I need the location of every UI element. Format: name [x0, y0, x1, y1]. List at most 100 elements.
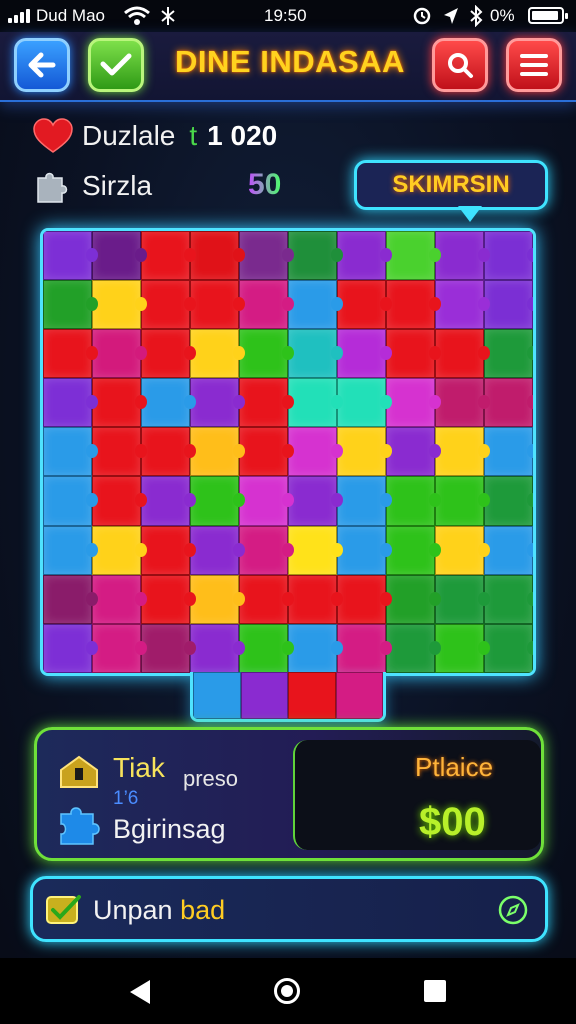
menu-button[interactable] [506, 38, 562, 92]
puzzle-piece[interactable] [239, 231, 294, 281]
puzzle-piece[interactable] [435, 329, 490, 379]
puzzle-piece[interactable] [190, 623, 245, 673]
puzzle-piece[interactable] [141, 329, 196, 379]
skin-button[interactable]: SKIMRSIN [354, 160, 548, 210]
puzzle-piece[interactable] [288, 623, 343, 673]
puzzle-piece[interactable] [386, 525, 441, 575]
puzzle-piece[interactable] [43, 525, 98, 575]
puzzle-piece[interactable] [337, 623, 392, 673]
puzzle-piece[interactable] [386, 280, 441, 330]
compass-icon[interactable] [497, 894, 529, 926]
puzzle-piece[interactable] [386, 476, 441, 526]
puzzle-piece[interactable] [193, 672, 241, 719]
puzzle-piece[interactable] [484, 427, 533, 477]
back-button[interactable] [14, 38, 70, 92]
puzzle-piece[interactable] [435, 427, 490, 477]
puzzle-piece[interactable] [435, 378, 490, 428]
puzzle-piece[interactable] [337, 280, 392, 330]
puzzle-piece[interactable] [288, 231, 343, 281]
puzzle-piece[interactable] [141, 427, 196, 477]
puzzle-piece[interactable] [43, 476, 98, 526]
puzzle-piece[interactable] [288, 672, 336, 719]
puzzle-grid[interactable] [43, 231, 533, 673]
puzzle-piece[interactable] [190, 476, 245, 526]
puzzle-piece[interactable] [337, 427, 392, 477]
puzzle-piece[interactable] [288, 280, 343, 330]
puzzle-piece[interactable] [92, 427, 147, 477]
puzzle-piece[interactable] [141, 378, 196, 428]
puzzle-piece[interactable] [190, 231, 245, 281]
puzzle-piece[interactable] [484, 476, 533, 526]
puzzle-piece[interactable] [288, 574, 343, 624]
puzzle-piece[interactable] [484, 574, 533, 624]
puzzle-piece[interactable] [190, 329, 245, 379]
puzzle-piece[interactable] [386, 574, 441, 624]
puzzle-piece[interactable] [288, 525, 343, 575]
puzzle-piece[interactable] [337, 329, 392, 379]
confirm-button[interactable] [88, 38, 144, 92]
puzzle-piece[interactable] [190, 427, 245, 477]
puzzle-piece[interactable] [484, 329, 533, 379]
puzzle-piece[interactable] [92, 329, 147, 379]
puzzle-piece[interactable] [335, 672, 383, 719]
puzzle-piece[interactable] [337, 378, 392, 428]
puzzle-piece[interactable] [484, 525, 533, 575]
puzzle-piece[interactable] [141, 476, 196, 526]
puzzle-piece[interactable] [92, 280, 147, 330]
puzzle-piece[interactable] [484, 623, 533, 673]
puzzle-board-tab[interactable] [190, 672, 386, 722]
puzzle-board[interactable] [40, 228, 536, 676]
nav-back-icon[interactable] [130, 980, 150, 1004]
puzzle-piece[interactable] [239, 427, 294, 477]
puzzle-piece[interactable] [288, 476, 343, 526]
puzzle-piece[interactable] [337, 231, 392, 281]
puzzle-piece[interactable] [239, 525, 294, 575]
puzzle-piece[interactable] [435, 476, 490, 526]
puzzle-piece[interactable] [288, 329, 343, 379]
puzzle-piece[interactable] [435, 525, 490, 575]
puzzle-piece[interactable] [92, 574, 147, 624]
puzzle-piece[interactable] [92, 623, 147, 673]
puzzle-piece[interactable] [239, 280, 294, 330]
puzzle-piece[interactable] [337, 476, 392, 526]
puzzle-piece[interactable] [288, 427, 343, 477]
puzzle-piece[interactable] [239, 623, 294, 673]
puzzle-piece[interactable] [92, 525, 147, 575]
puzzle-piece[interactable] [190, 378, 245, 428]
puzzle-piece[interactable] [141, 280, 196, 330]
puzzle-piece[interactable] [386, 329, 441, 379]
nav-recent-icon[interactable] [424, 980, 446, 1002]
puzzle-piece[interactable] [43, 329, 98, 379]
puzzle-piece[interactable] [386, 378, 441, 428]
puzzle-piece[interactable] [435, 231, 490, 281]
puzzle-piece[interactable] [190, 280, 245, 330]
puzzle-piece[interactable] [43, 231, 98, 281]
puzzle-piece[interactable] [239, 574, 294, 624]
puzzle-piece[interactable] [484, 378, 533, 428]
puzzle-piece[interactable] [337, 574, 392, 624]
puzzle-piece[interactable] [239, 329, 294, 379]
puzzle-piece[interactable] [190, 574, 245, 624]
puzzle-piece[interactable] [386, 231, 441, 281]
search-button[interactable] [432, 38, 488, 92]
puzzle-piece[interactable] [141, 574, 196, 624]
puzzle-piece[interactable] [484, 231, 533, 281]
puzzle-piece[interactable] [43, 623, 98, 673]
puzzle-piece[interactable] [43, 427, 98, 477]
puzzle-piece[interactable] [43, 574, 98, 624]
puzzle-piece[interactable] [435, 280, 490, 330]
puzzle-piece[interactable] [435, 623, 490, 673]
puzzle-piece[interactable] [141, 525, 196, 575]
nav-home-icon[interactable] [274, 978, 300, 1004]
puzzle-piece[interactable] [141, 623, 196, 673]
puzzle-piece[interactable] [484, 280, 533, 330]
puzzle-piece[interactable] [239, 378, 294, 428]
puzzle-piece[interactable] [92, 231, 147, 281]
puzzle-piece[interactable] [386, 427, 441, 477]
puzzle-piece[interactable] [141, 231, 196, 281]
puzzle-piece[interactable] [92, 378, 147, 428]
puzzle-piece[interactable] [386, 623, 441, 673]
puzzle-piece[interactable] [43, 280, 98, 330]
puzzle-piece[interactable] [288, 378, 343, 428]
puzzle-piece[interactable] [435, 574, 490, 624]
